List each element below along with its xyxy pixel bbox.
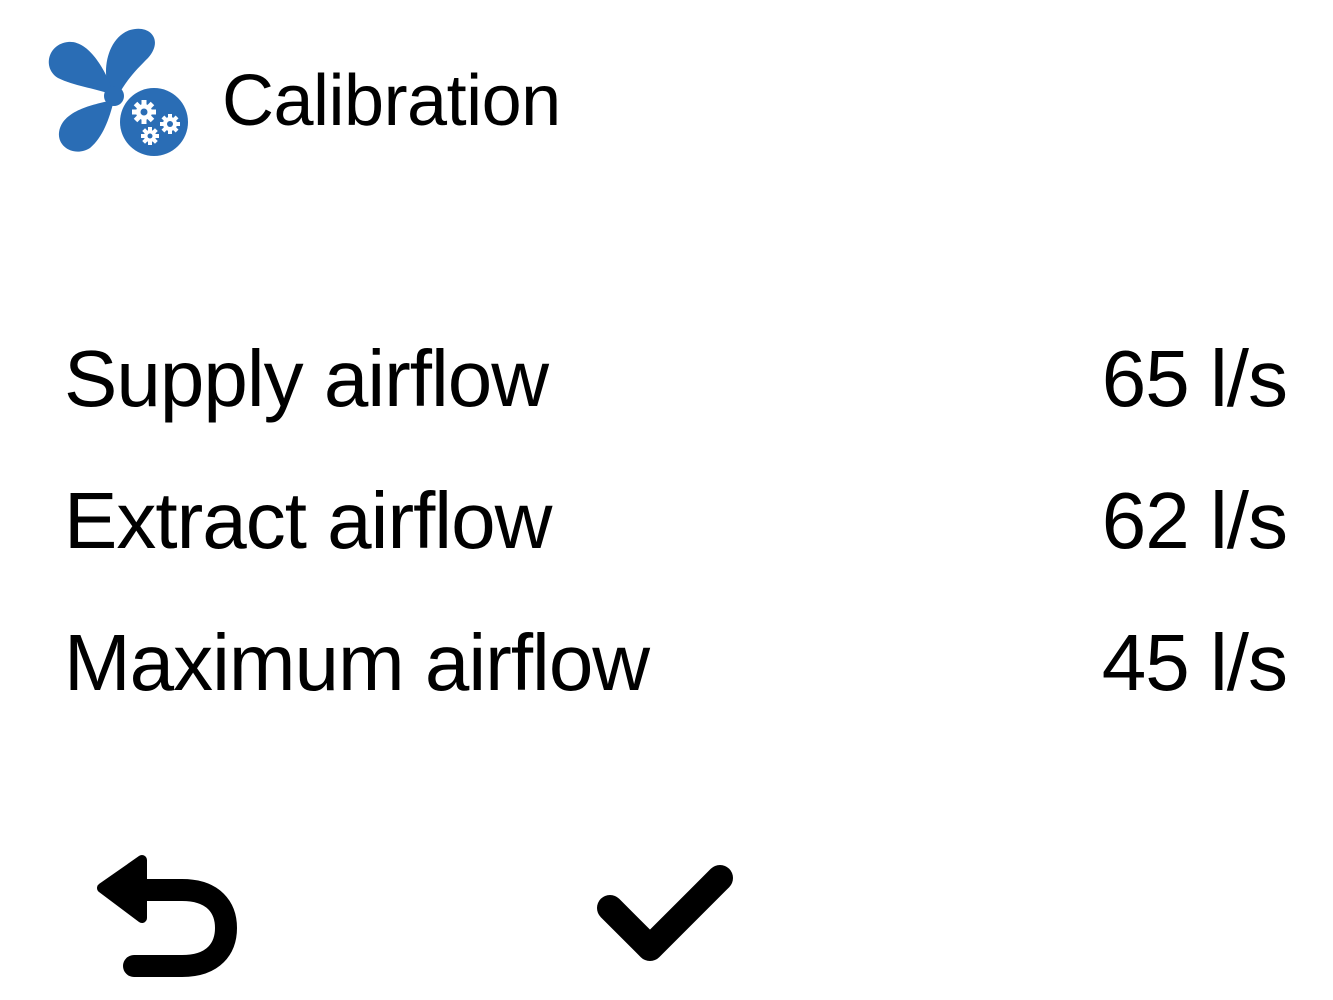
page-title: Calibration bbox=[222, 61, 561, 141]
row-label: Extract airflow bbox=[64, 476, 552, 565]
row-value: 65 l/s bbox=[1101, 334, 1288, 423]
fan-gears-icon bbox=[40, 24, 192, 158]
row-value: 62 l/s bbox=[1101, 476, 1288, 565]
row-label: Supply airflow bbox=[64, 334, 549, 423]
checkmark-icon bbox=[597, 865, 733, 961]
confirm-button[interactable] bbox=[594, 858, 736, 968]
list-item-extract-airflow[interactable]: Extract airflow 62 l/s bbox=[64, 450, 1288, 592]
row-label: Maximum airflow bbox=[64, 618, 650, 707]
list-item-supply-airflow[interactable]: Supply airflow 65 l/s bbox=[64, 308, 1288, 450]
row-value: 45 l/s bbox=[1101, 618, 1288, 707]
list-item-maximum-airflow[interactable]: Maximum airflow 45 l/s bbox=[64, 592, 1288, 734]
back-button[interactable] bbox=[94, 852, 244, 978]
back-arrow-icon bbox=[97, 855, 237, 977]
airflow-list: Supply airflow 65 l/s Extract airflow 62… bbox=[64, 308, 1288, 734]
